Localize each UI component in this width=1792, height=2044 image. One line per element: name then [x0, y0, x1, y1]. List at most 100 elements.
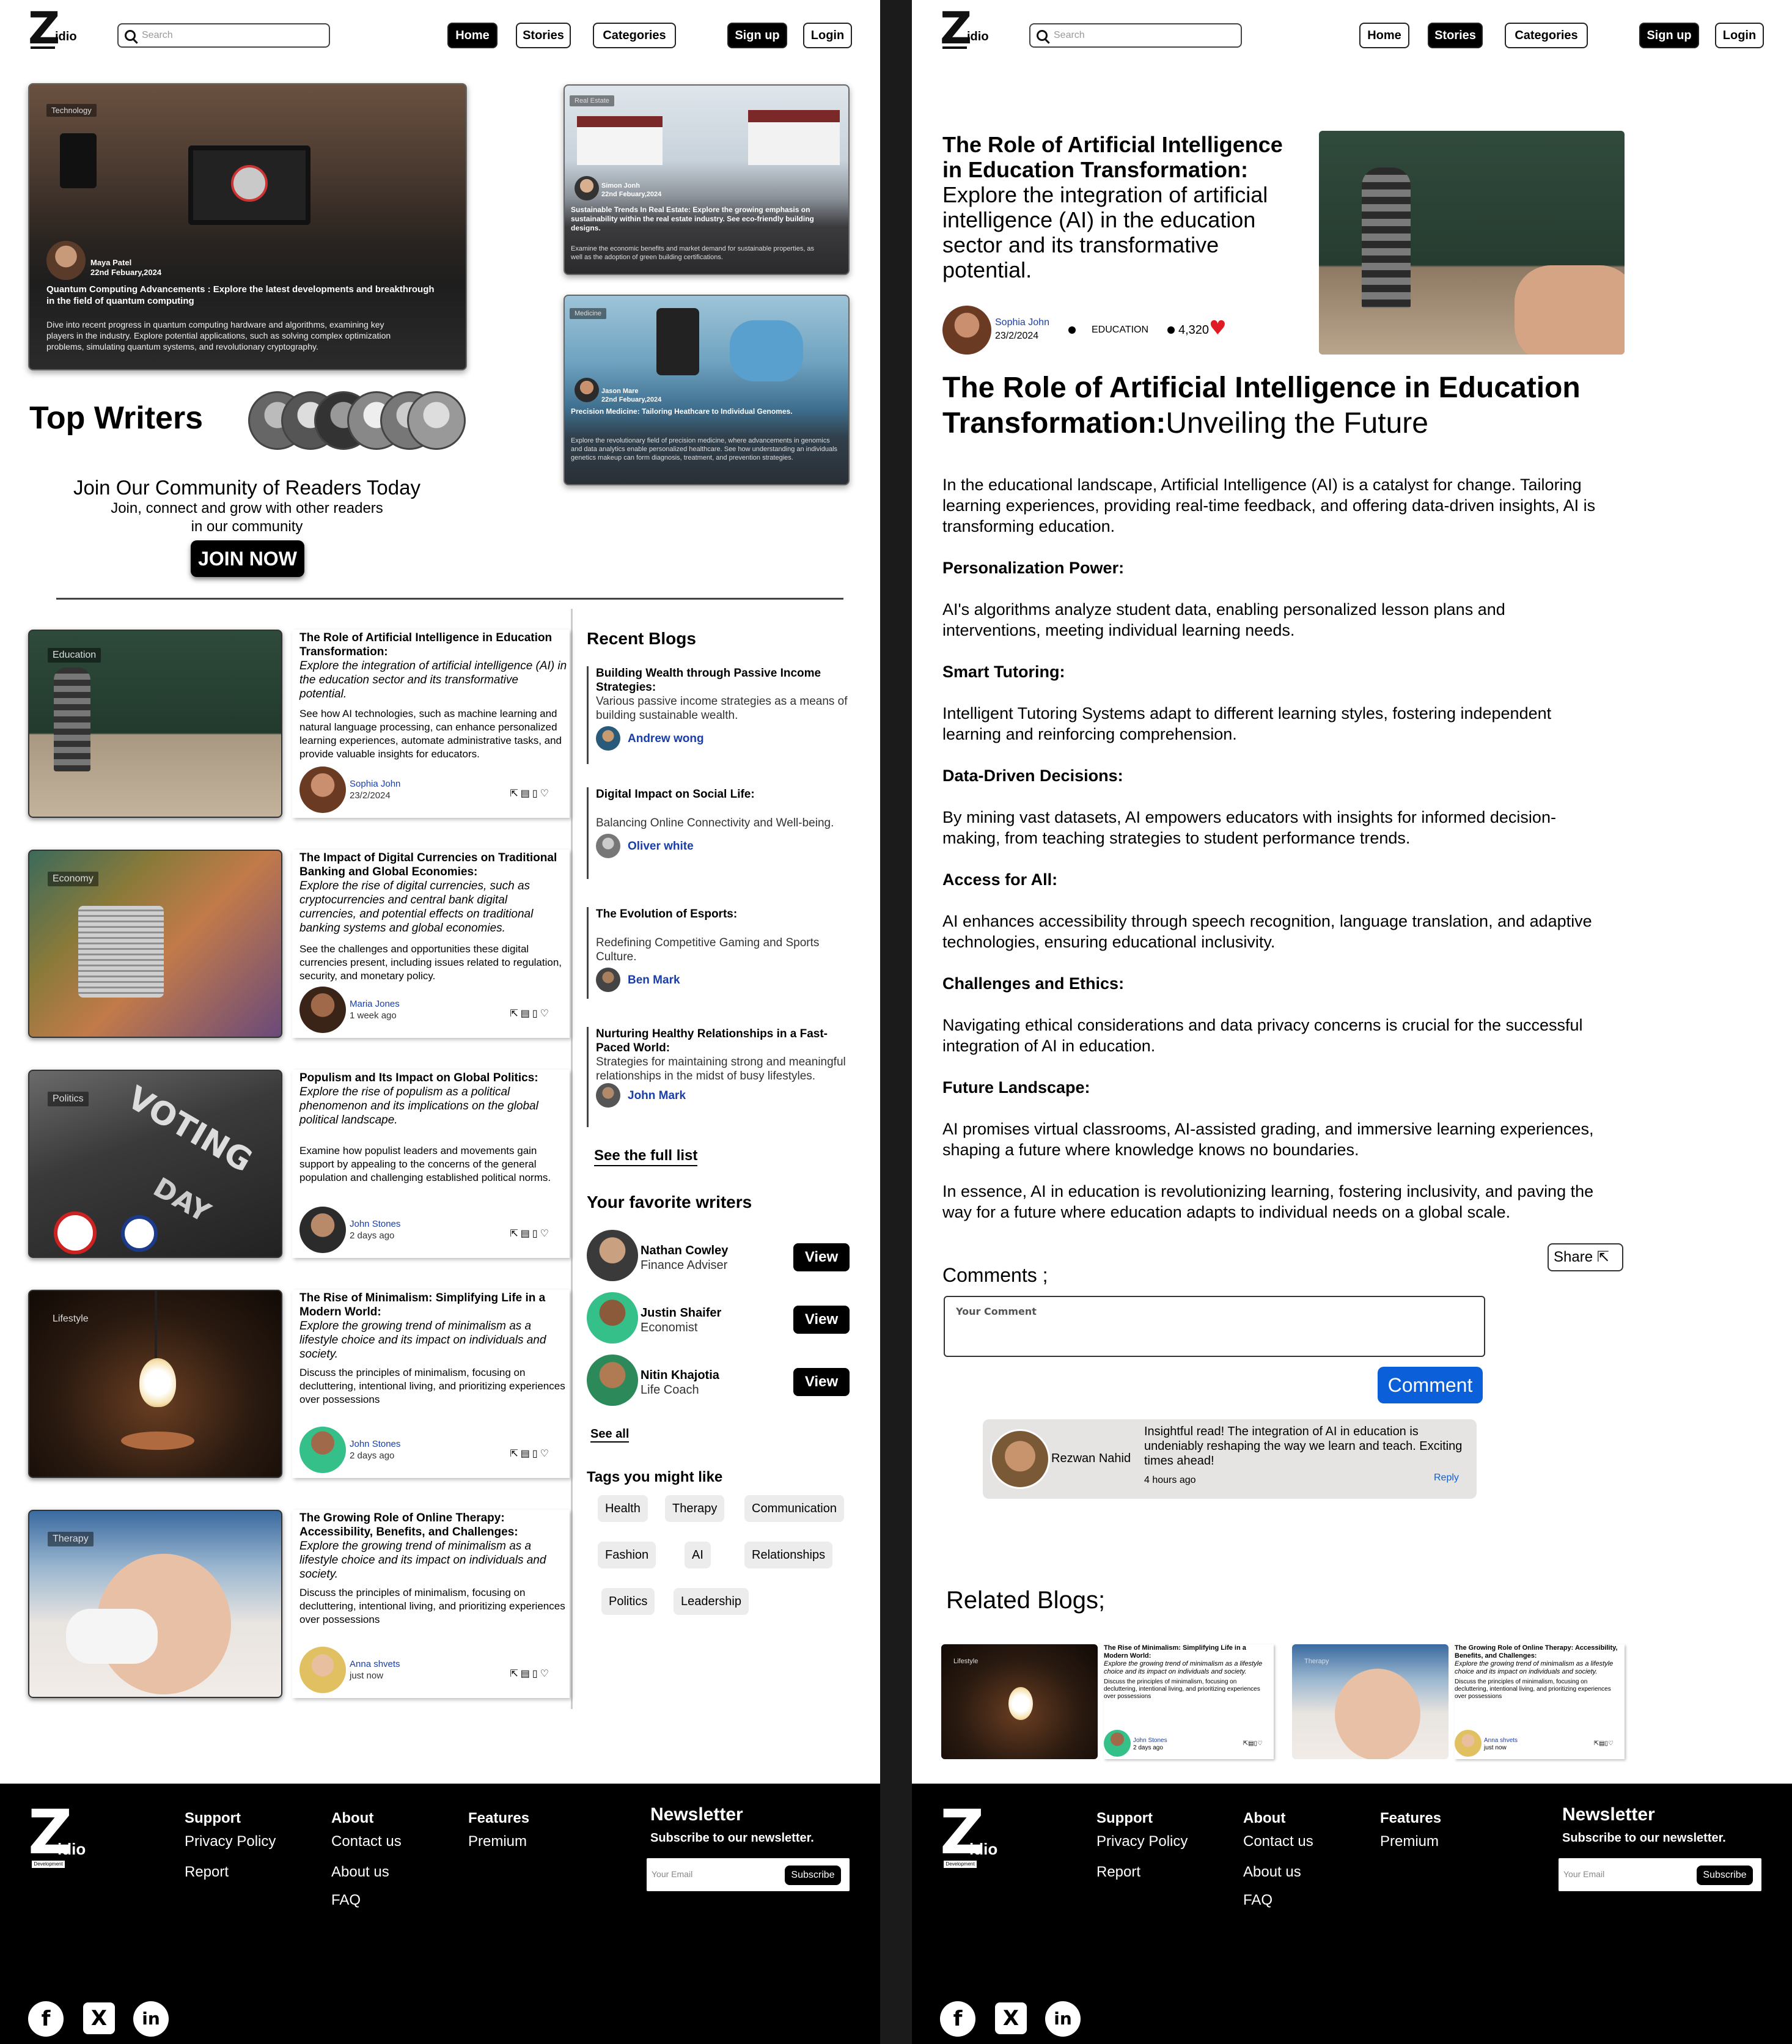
author-avatar[interactable]	[1104, 1730, 1131, 1757]
x-icon[interactable]: X	[995, 2002, 1027, 2034]
author-name[interactable]: John Stones	[350, 1218, 400, 1230]
login-button[interactable]: Login	[803, 23, 852, 48]
blog-card[interactable]: Economy The Impact of Digital Currencies…	[28, 850, 570, 1038]
footer-logo[interactable]: Zidio Development	[28, 1802, 101, 1868]
hero-tag[interactable]: Medicine	[570, 308, 607, 319]
heart-icon[interactable]: ♡	[540, 789, 551, 799]
recent-author[interactable]: John Mark	[628, 1089, 686, 1103]
hero-author[interactable]: Jason Mare	[601, 388, 639, 395]
facebook-icon[interactable]: f	[28, 2001, 64, 2037]
nav-categories[interactable]: Categories	[1505, 23, 1588, 48]
author-avatar[interactable]	[596, 968, 620, 992]
blog-tag[interactable]: Politics	[48, 1092, 89, 1106]
hero-card-medicine[interactable]: Medicine Jason Mare 22nd Febuary,2024 Pr…	[564, 295, 850, 485]
hero-tag[interactable]: Technology	[46, 104, 97, 117]
nav-home[interactable]: Home	[447, 23, 498, 48]
author-avatar[interactable]	[299, 1647, 346, 1693]
signup-button[interactable]: Sign up	[727, 23, 787, 48]
blog-tag[interactable]: Therapy	[1304, 1658, 1329, 1665]
bookmark-icon[interactable]: ▯	[532, 1669, 540, 1679]
blog-title[interactable]: The Role of Artificial Intelligence in E…	[299, 631, 567, 659]
tag-pill[interactable]: Therapy	[665, 1495, 725, 1522]
recent-author[interactable]: Oliver white	[628, 839, 694, 853]
blog-card[interactable]: Education The Role of Artificial Intelli…	[28, 630, 570, 818]
report-link[interactable]: Report	[185, 1863, 229, 1881]
linkedin-icon[interactable]: in	[133, 2001, 169, 2037]
blog-tag[interactable]: Education	[48, 648, 101, 663]
tag-pill[interactable]: Relationships	[744, 1542, 833, 1568]
author-avatar[interactable]	[1455, 1730, 1482, 1757]
recent-title[interactable]: The Evolution of Esports:	[596, 907, 856, 921]
hero-title[interactable]: Quantum Computing Advancements : Explore…	[46, 284, 438, 307]
contact-link[interactable]: Contact us	[331, 1833, 402, 1851]
related-blog-card[interactable]: Therapy The Growing Role of Online Thera…	[1292, 1644, 1625, 1759]
recent-title[interactable]: Digital Impact on Social Life:	[596, 787, 856, 801]
favorite-writer[interactable]: Justin Shaifer Economist View	[587, 1292, 850, 1347]
tag-pill[interactable]: Politics	[601, 1588, 655, 1615]
share-icon[interactable]: ⇱	[510, 1009, 520, 1019]
blog-card[interactable]: VOTING DAY Politics Populism and Its Imp…	[28, 1070, 570, 1258]
comment-icon[interactable]: ▤	[521, 789, 532, 799]
author-avatar[interactable]	[942, 306, 991, 355]
blog-image[interactable]: Therapy	[28, 1510, 282, 1698]
premium-link[interactable]: Premium	[1380, 1833, 1439, 1851]
blog-tag[interactable]: Therapy	[48, 1532, 94, 1546]
recent-author[interactable]: Ben Mark	[628, 973, 680, 987]
author-name[interactable]: Sophia John	[350, 778, 400, 790]
author-avatar[interactable]	[46, 241, 86, 280]
comment-icon[interactable]: ▤	[521, 1669, 532, 1679]
author-name[interactable]: Maria Jones	[350, 998, 400, 1010]
blog-image[interactable]: Economy	[28, 850, 282, 1038]
author-name[interactable]: Anna shvets	[1484, 1737, 1518, 1744]
action-icons[interactable]: ⇱▤▯♡	[510, 1227, 551, 1240]
comment-icon[interactable]: ▤	[521, 1009, 532, 1019]
recent-blog-item[interactable]: Building Wealth through Passive Income S…	[587, 666, 856, 764]
reply-link[interactable]: Reply	[1434, 1472, 1459, 1484]
author-name[interactable]: Sophia John	[995, 317, 1049, 329]
blog-title[interactable]: The Growing Role of Online Therapy: Acce…	[1455, 1644, 1622, 1660]
tag-pill[interactable]: Fashion	[598, 1542, 656, 1568]
author-avatar[interactable]	[575, 176, 599, 200]
tag-pill[interactable]: Health	[598, 1495, 648, 1522]
action-icons[interactable]: ⇱▤▯♡	[1243, 1740, 1263, 1747]
join-now-button[interactable]: JOIN NOW	[191, 540, 304, 577]
view-button[interactable]: View	[793, 1368, 850, 1396]
heart-icon[interactable]: ♡	[540, 1009, 551, 1019]
author-name[interactable]: John Stones	[350, 1438, 400, 1450]
blog-title[interactable]: Populism and Its Impact on Global Politi…	[299, 1071, 567, 1085]
report-link[interactable]: Report	[1096, 1863, 1140, 1881]
tag-pill[interactable]: Communication	[744, 1495, 844, 1522]
writer-name[interactable]: Justin Shaifer	[641, 1306, 721, 1320]
author-avatar[interactable]	[596, 834, 620, 858]
hero-author[interactable]: Maya Patel	[90, 258, 131, 268]
heart-icon[interactable]: ♥	[1209, 318, 1227, 337]
blog-image[interactable]: VOTING DAY Politics	[28, 1070, 282, 1258]
blog-card[interactable]: Therapy The Growing Role of Online Thera…	[28, 1510, 570, 1698]
newsletter-email-input[interactable]: Your Email Subscribe	[647, 1858, 850, 1891]
action-icons[interactable]: ⇱▤▯♡	[510, 1007, 551, 1020]
author-avatar[interactable]	[299, 1427, 346, 1473]
signup-button[interactable]: Sign up	[1639, 23, 1699, 48]
share-icon[interactable]: ⇱	[510, 1449, 520, 1459]
action-icons[interactable]: ⇱▤▯♡	[510, 1667, 551, 1680]
tag-pill[interactable]: AI	[685, 1542, 711, 1568]
about-us-link[interactable]: About us	[1243, 1863, 1301, 1881]
comment-icon[interactable]: ▤	[521, 1449, 532, 1459]
tag-pill[interactable]: Leadership	[674, 1588, 749, 1615]
see-full-list-link[interactable]: See the full list	[594, 1147, 698, 1166]
bookmark-icon[interactable]: ▯	[532, 789, 540, 799]
faq-link[interactable]: FAQ	[331, 1891, 361, 1910]
privacy-policy-link[interactable]: Privacy Policy	[1096, 1833, 1188, 1851]
related-blog-image[interactable]: Lifestyle	[941, 1644, 1098, 1759]
blog-tag[interactable]: Economy	[48, 872, 98, 886]
recent-author[interactable]: Andrew wong	[628, 732, 704, 746]
see-all-link[interactable]: See all	[590, 1427, 630, 1443]
blog-image[interactable]: Education	[28, 630, 282, 818]
privacy-policy-link[interactable]: Privacy Policy	[185, 1833, 276, 1851]
about-us-link[interactable]: About us	[331, 1863, 389, 1881]
premium-link[interactable]: Premium	[468, 1833, 527, 1851]
heart-icon[interactable]: ♡	[540, 1449, 551, 1459]
blog-title[interactable]: The Rise of Minimalism: Simplifying Life…	[1104, 1644, 1271, 1660]
author-avatar[interactable]	[299, 1207, 346, 1253]
recent-blog-item[interactable]: Nurturing Healthy Relationships in a Fas…	[587, 1027, 856, 1127]
